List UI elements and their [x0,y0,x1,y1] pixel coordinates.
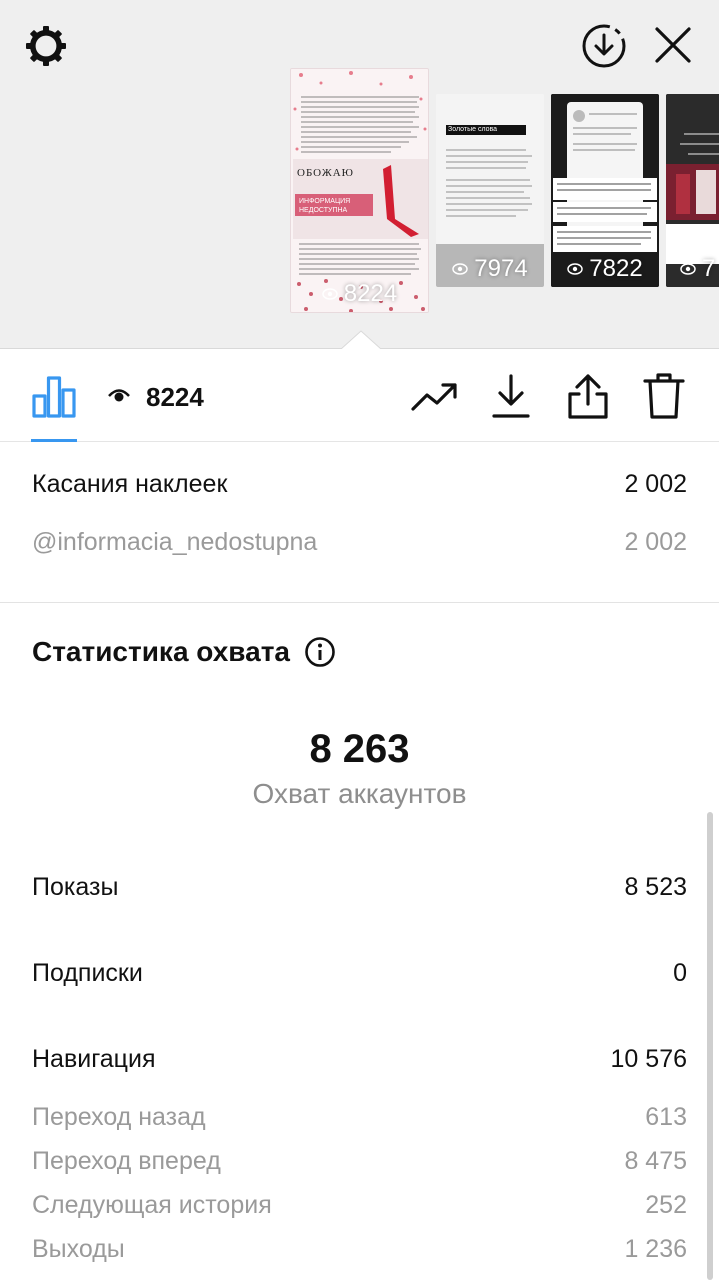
gear-icon[interactable] [22,22,70,70]
story-subtitle: ИНФОРМАЦИЯ НЕДОСТУПНА [299,198,351,214]
exits-row: Выходы 1 236 [32,1235,687,1264]
story-views-count: 7822 [589,255,643,282]
section-divider [0,602,719,603]
story-views: 8224 [291,280,428,308]
eye-icon [567,263,584,275]
sticker-taps-value: 2 002 [624,470,687,498]
mention-sticker-label: @informacia_nedostupna [32,528,318,556]
next-story-value: 252 [645,1191,687,1219]
impressions-row: Показы 8 523 [32,873,687,902]
back-row: Переход назад 613 [32,1103,687,1132]
story-views: 7 [666,255,719,283]
back-label: Переход назад [32,1103,206,1131]
trash-icon[interactable] [640,371,688,421]
mention-sticker-value: 2 002 [624,528,687,556]
follows-label: Подписки [32,959,143,987]
next-story-row: Следующая история 252 [32,1191,687,1220]
navigation-label: Навигация [32,1045,156,1073]
eye-icon [108,385,130,407]
download-icon[interactable] [488,371,534,421]
story-views: 7822 [551,255,659,283]
story-views: 7974 [436,255,544,283]
eye-icon [452,263,469,275]
story-views-count: 7 [702,255,716,282]
sticker-taps-row: Касания наклеек 2 002 [32,470,687,499]
next-story-label: Следующая история [32,1191,272,1219]
story-thumbnail[interactable]: 7 [666,94,719,287]
exits-value: 1 236 [624,1235,687,1263]
download-circle-icon[interactable] [578,20,630,72]
scrollbar[interactable] [707,812,713,1280]
story-views-count: 7974 [474,255,528,282]
story-heading: Золотые слова [448,126,498,133]
selection-pointer [341,330,381,349]
sticker-taps-label: Касания наклеек [32,470,228,498]
navigation-row: Навигация 10 576 [32,1045,687,1074]
trending-icon[interactable] [410,375,460,419]
accounts-reached-label: Охват аккаунтов [252,778,467,809]
navigation-value: 10 576 [610,1045,687,1073]
story-thumbnail-selected[interactable]: ОБОЖАЮ ИНФОРМАЦИЯ НЕДОСТУПНА 8224 [290,68,429,313]
story-preview-area: ОБОЖАЮ ИНФОРМАЦИЯ НЕДОСТУПНА 8224 Золоты… [0,0,719,348]
toolbar-views-count: 8224 [146,382,204,412]
story-toolbar: 8224 [0,348,719,442]
eye-icon [680,263,696,275]
stories-strip: ОБОЖАЮ ИНФОРМАЦИЯ НЕДОСТУПНА 8224 Золоты… [0,68,719,318]
active-tab-underline [31,439,77,442]
follows-row: Подписки 0 [32,959,687,988]
impressions-value: 8 523 [624,873,687,901]
story-views-count: 8224 [343,280,398,307]
share-icon[interactable] [564,371,612,421]
close-icon[interactable] [650,22,696,68]
accounts-reached-value: 8 263 [309,727,410,771]
reach-section-title: Статистика охвата [32,636,336,668]
exits-label: Выходы [32,1235,125,1263]
eye-icon [322,288,338,300]
story-thumbnail[interactable]: 7822 [551,94,659,287]
reach-title-text: Статистика охвата [32,636,290,667]
mention-sticker-row: @informacia_nedostupna 2 002 [32,528,687,557]
forward-value: 8 475 [624,1147,687,1175]
forward-label: Переход вперед [32,1147,221,1175]
forward-row: Переход вперед 8 475 [32,1147,687,1176]
story-title: ОБОЖАЮ [297,167,354,179]
story-thumbnail[interactable]: Золотые слова 7974 [436,94,544,287]
info-icon[interactable] [304,636,336,668]
bar-chart-icon[interactable] [30,373,78,419]
follows-value: 0 [673,959,687,987]
impressions-label: Показы [32,873,119,901]
back-value: 613 [645,1103,687,1131]
